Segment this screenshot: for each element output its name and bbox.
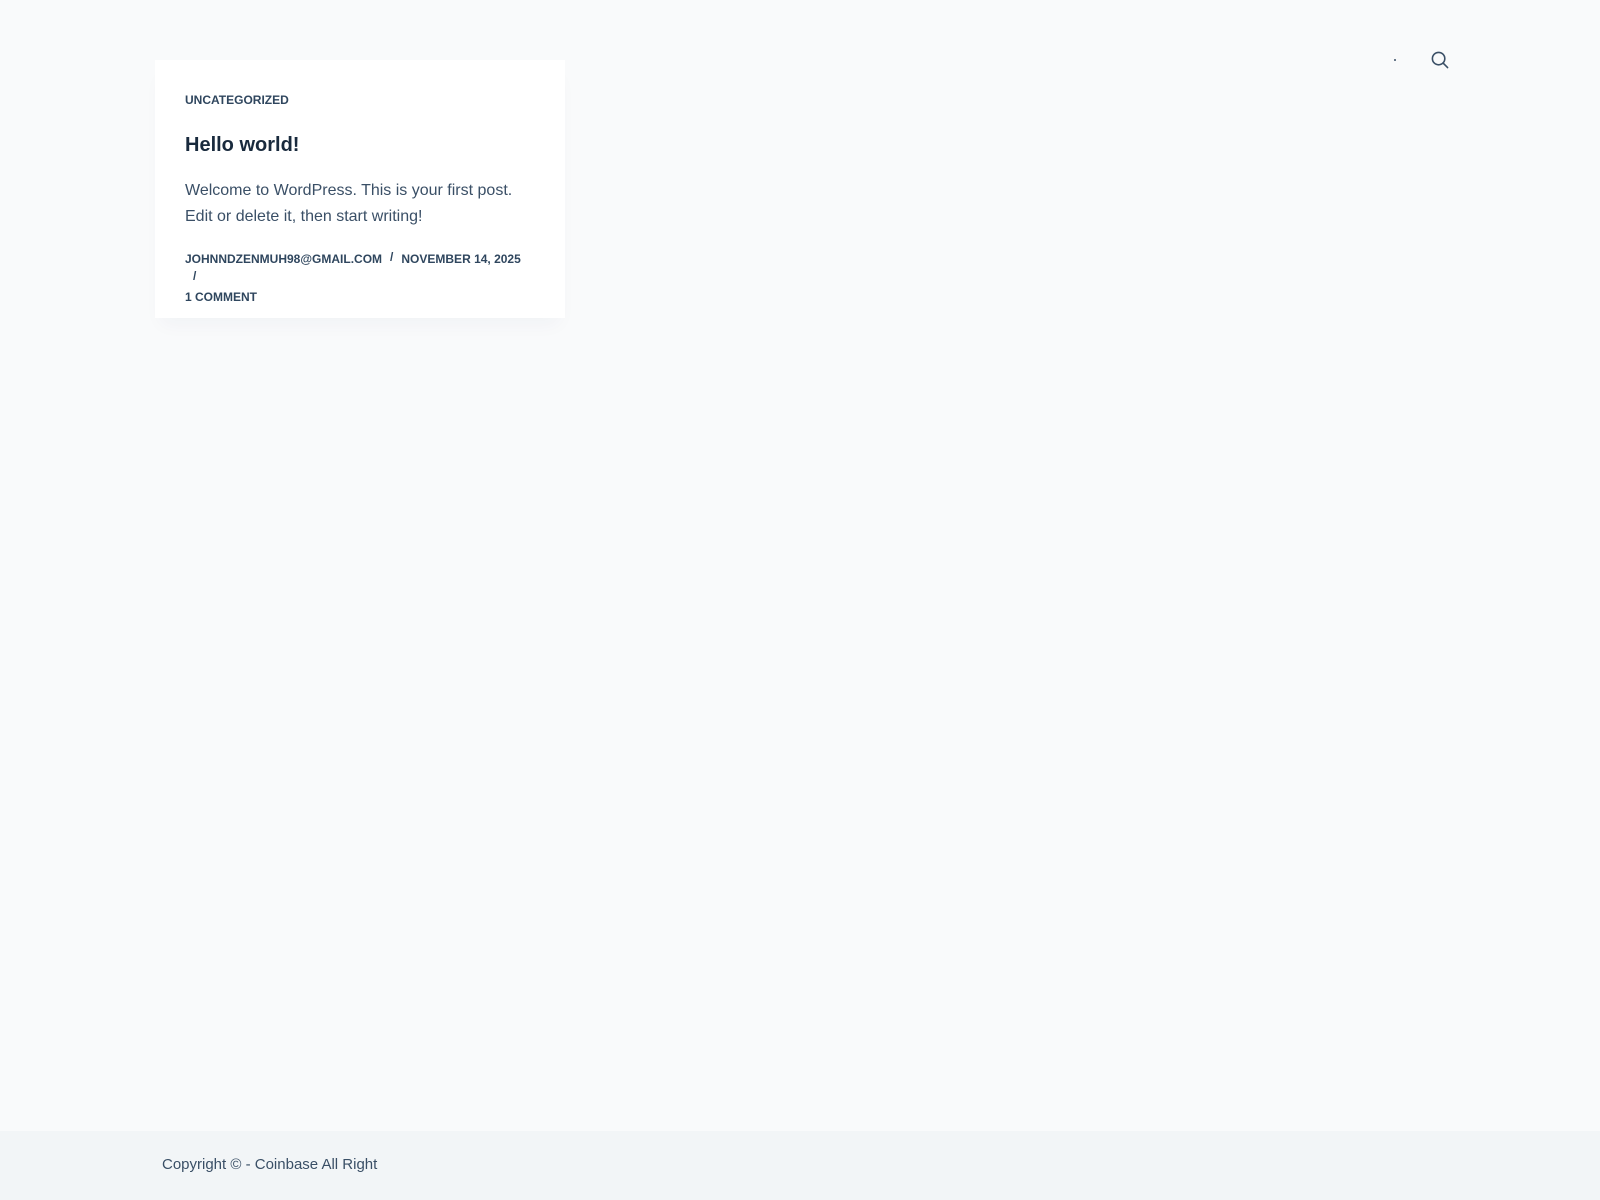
dot-icon[interactable] [1394, 59, 1396, 61]
post-excerpt-line: Edit or delete it, then start writing! [185, 208, 423, 225]
post-meta: johnndzenmuh98@gmail.com / November 14, 20… [185, 250, 535, 307]
site-footer: Copyright © - Coinbase All Right [0, 1131, 1600, 1200]
copyright-text: Copyright © - Coinbase All Right [162, 1156, 378, 1173]
post-card: Uncategorized Hello world! Welcome to Wo… [155, 60, 565, 318]
post-excerpt: Welcome to WordPress. This is your first… [185, 178, 535, 230]
post-excerpt-line: Welcome to WordPress. This is your first… [185, 182, 513, 199]
post-title-link[interactable]: Hello world! [185, 132, 535, 158]
header-tools [1380, 48, 1449, 72]
search-button[interactable] [1428, 48, 1452, 72]
search-icon [1431, 51, 1449, 69]
meta-separator: / [193, 269, 197, 283]
post-comments-link[interactable]: 1 Comment [185, 290, 257, 304]
post-date: November 14, 2025 [401, 252, 521, 266]
post-category-link[interactable]: Uncategorized [185, 93, 289, 107]
post-author-link[interactable]: johnndzenmuh98@gmail.com [185, 252, 382, 266]
meta-separator: / [390, 250, 394, 264]
